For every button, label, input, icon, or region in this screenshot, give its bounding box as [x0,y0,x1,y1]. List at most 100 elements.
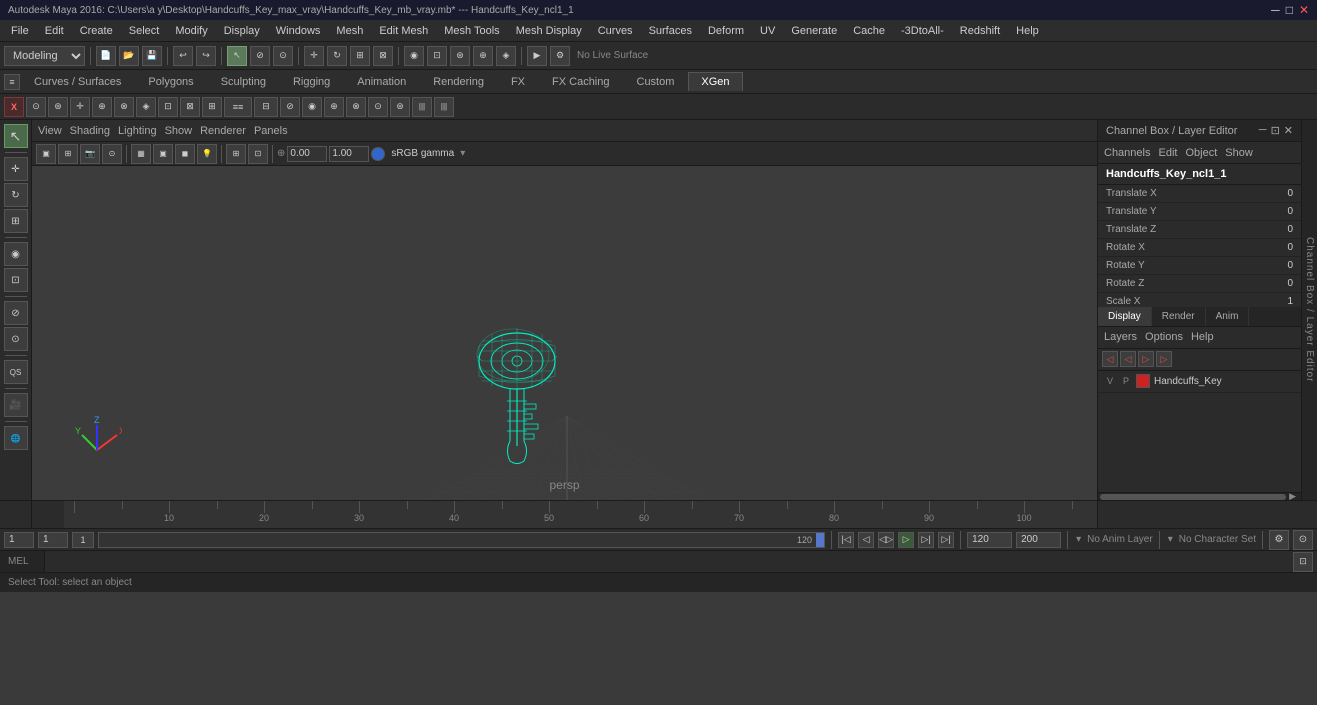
menu-item-mesh[interactable]: Mesh [329,23,370,39]
menu-item-mesh-tools[interactable]: Mesh Tools [437,23,506,39]
channel-rotateZ[interactable]: Rotate Z 0 [1098,275,1301,293]
vp-icon-layout[interactable]: ▣ [36,144,56,164]
layer-tab-render[interactable]: Render [1152,307,1206,326]
channel-value-tz[interactable]: 0 [1263,224,1293,235]
menu-item-help[interactable]: Help [1009,23,1046,39]
tab-sculpting[interactable]: Sculpting [208,72,279,91]
shelf-icon-12[interactable]: ⊟ [254,97,278,117]
menu-item-edit[interactable]: Edit [38,23,71,39]
menu-item-cache[interactable]: Cache [846,23,892,39]
playback-prefs-icon[interactable]: ⚙ [1269,530,1289,550]
snap-curve-icon[interactable]: ⊛ [450,46,470,66]
snap-grid-icon[interactable]: ⊡ [427,46,447,66]
universal-manip-icon[interactable]: ⊠ [373,46,393,66]
layer-item[interactable]: V P Handcuffs_Key [1098,371,1301,393]
tab-fx-caching[interactable]: FX Caching [539,72,622,91]
tab-curves--surfaces[interactable]: Curves / Surfaces [21,72,134,91]
shelf-icon-13[interactable]: ⊘ [280,97,300,117]
help-menu[interactable]: Help [1191,331,1214,343]
step-back-button[interactable]: ◁ [858,532,874,548]
shelf-icon-17[interactable]: ⊙ [368,97,388,117]
vp-wireframe-icon[interactable]: ▦ [131,144,151,164]
tab-rendering[interactable]: Rendering [420,72,497,91]
shelf-icon-9[interactable]: ⊠ [180,97,200,117]
menu-item-redshift[interactable]: Redshift [953,23,1007,39]
menu-item-surfaces[interactable]: Surfaces [642,23,699,39]
current-frame-input-1[interactable] [38,532,68,548]
tab-rigging[interactable]: Rigging [280,72,343,91]
menu-item-uv[interactable]: UV [753,23,782,39]
color-space-label[interactable]: sRGB gamma [387,148,458,159]
channel-value-ry[interactable]: 0 [1263,260,1293,271]
playback-end-field[interactable] [1016,532,1061,548]
tab-polygons[interactable]: Polygons [135,72,206,91]
menu-item-modify[interactable]: Modify [168,23,214,39]
object-3d[interactable] [422,306,672,486]
lasso-select-icon[interactable]: ⊘ [250,46,270,66]
menu-item-select[interactable]: Select [122,23,167,39]
shelf-icon-14[interactable]: ◉ [302,97,322,117]
shelf-icon-3[interactable]: ⊛ [48,97,68,117]
shelf-icon-7[interactable]: ◈ [136,97,156,117]
shelf-icon-10[interactable]: ⊞ [202,97,222,117]
gamma-input-2[interactable] [329,146,369,162]
layers-menu[interactable]: Layers [1104,331,1137,343]
renderable-icon[interactable]: 🌐 [4,426,28,450]
new-scene-icon[interactable]: 📄 [96,46,116,66]
shelf-icon-20[interactable]: ||| [434,97,454,117]
channels-menu[interactable]: Channels [1104,147,1150,159]
char-set-dropdown-icon[interactable]: ▾ [1166,534,1175,545]
shelf-icon-11[interactable]: ≡≡ [224,97,252,117]
shelf-icon-4[interactable]: ✛ [70,97,90,117]
anim-layer-dropdown-icon[interactable]: ▾ [1074,534,1083,545]
layer-tab-anim[interactable]: Anim [1206,307,1250,326]
menu-item-windows[interactable]: Windows [269,23,328,39]
options-menu[interactable]: Options [1145,331,1183,343]
menu-item-file[interactable]: File [4,23,36,39]
menu-item-edit-mesh[interactable]: Edit Mesh [372,23,435,39]
snap-surface-icon[interactable]: ◈ [496,46,516,66]
channel-translateZ[interactable]: Translate Z 0 [1098,221,1301,239]
gamma-input-1[interactable] [287,146,327,162]
vp-smooth-icon[interactable]: ▣ [153,144,173,164]
menu-item-curves[interactable]: Curves [591,23,640,39]
menu-item-mesh-display[interactable]: Mesh Display [509,23,589,39]
undo-icon[interactable]: ↩ [173,46,193,66]
vp-grid-icon[interactable]: ⊞ [226,144,246,164]
shelf-icon-5[interactable]: ⊕ [92,97,112,117]
shelf-icon-6[interactable]: ⊗ [114,97,134,117]
redo-icon[interactable]: ↪ [196,46,216,66]
script-editor-icon[interactable]: ⊡ [1293,552,1313,572]
shelf-icon-15[interactable]: ⊕ [324,97,344,117]
rotate-tool-left-icon[interactable]: ↻ [4,183,28,207]
layer-playback[interactable]: P [1120,376,1132,386]
layer-tab-display[interactable]: Display [1098,307,1152,326]
vp-texture-icon[interactable]: ◼ [175,144,195,164]
render-settings-icon[interactable]: ⚙ [550,46,570,66]
object-menu[interactable]: Object [1185,147,1217,159]
shelf-icon-8[interactable]: ⊡ [158,97,178,117]
color-space-dropdown[interactable]: ▾ [460,148,465,159]
rotate-tool-icon[interactable]: ↻ [327,46,347,66]
paint-select-icon[interactable]: ⊙ [273,46,293,66]
maximize-button[interactable]: □ [1286,3,1293,17]
play-back-button[interactable]: ◁▷ [878,532,894,548]
tab-custom[interactable]: Custom [624,72,688,91]
soft-mod-icon[interactable]: ◉ [4,242,28,266]
shelf-collapse-icon[interactable]: ≡ [4,74,20,90]
quick-select-icon[interactable]: QS [4,360,28,384]
select-tool-icon[interactable]: ↖ [227,46,247,66]
vp-icon-anim[interactable]: ⊙ [102,144,122,164]
frame-inner-input[interactable] [74,533,92,547]
menu-item--3dtoall-[interactable]: -3DtoAll- [894,23,951,39]
attribute-editor-label[interactable]: Channel Box / Layer Editor [1301,120,1317,500]
open-scene-icon[interactable]: 📂 [119,46,139,66]
channel-value-sx[interactable]: 1 [1263,296,1293,307]
select-tool-icon[interactable]: ↖ [4,124,28,148]
layer-up-icon[interactable]: ▷ [1138,351,1154,367]
channel-value-rx[interactable]: 0 [1263,242,1293,253]
cb-minimize-icon[interactable]: ─ [1259,124,1267,137]
shelf-icon-18[interactable]: ⊛ [390,97,410,117]
shelf-icon-2[interactable]: ⊙ [26,97,46,117]
scroll-right-icon[interactable]: ▶ [1286,491,1299,500]
